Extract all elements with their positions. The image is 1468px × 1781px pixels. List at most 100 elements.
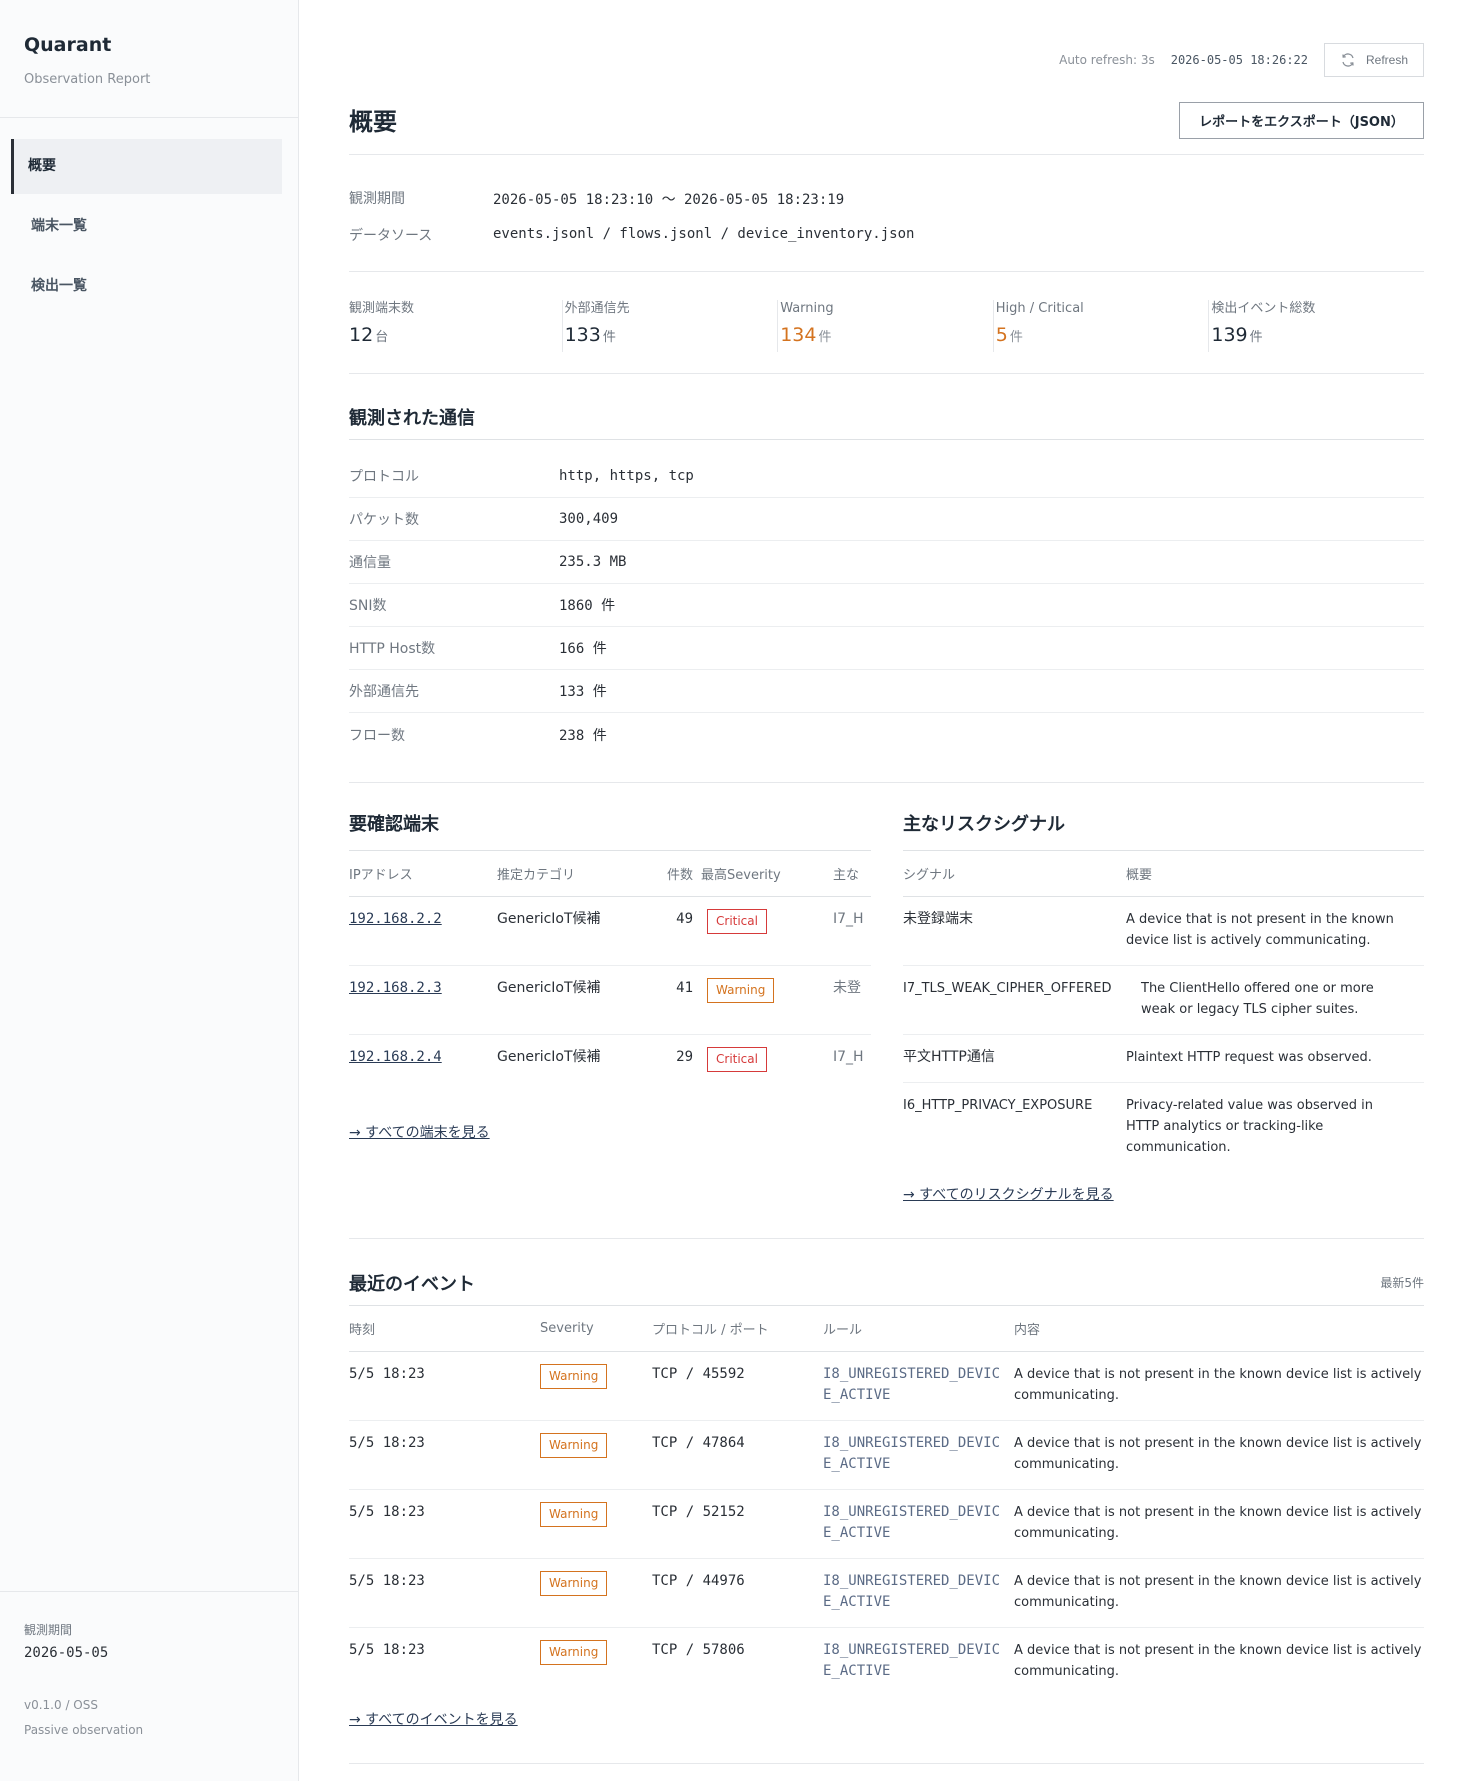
title-divider <box>349 154 1424 155</box>
signal-name: 平文HTTP通信 <box>903 1049 995 1065</box>
event-proto-port: TCP / 52152 <box>652 1504 745 1520</box>
all-signals-link[interactable]: → すべてのリスクシグナルを見る <box>903 1184 1114 1204</box>
signal-summary: Plaintext HTTP request was observed. <box>1126 1050 1372 1065</box>
stat-label: 検出イベント総数 <box>1211 301 1316 316</box>
traffic-divider <box>349 782 1424 783</box>
device-count: 49 <box>676 911 693 927</box>
signal-summary: Privacy-related value was observed in HT… <box>1126 1098 1374 1155</box>
device-ip-link[interactable]: 192.168.2.3 <box>349 980 442 996</box>
stat-value: 134 件 <box>780 324 832 346</box>
current-timestamp: 2026-05-05 18:26:22 <box>1170 53 1308 67</box>
export-json-button[interactable]: レポートをエクスポート（JSON） <box>1179 102 1424 139</box>
devices-section-title: 要確認端末 <box>349 814 439 835</box>
sidebar: Quarant Observation Report 概要 端末一覧 検出一覧 … <box>0 0 299 1781</box>
severity-badge: Warning <box>707 978 775 1003</box>
table-row: HTTP Host数 166 件 <box>349 627 1424 670</box>
signals-table-header: シグナル 概要 <box>903 851 1424 897</box>
column-header-severity: Severity <box>540 1321 594 1336</box>
event-proto-port: TCP / 45592 <box>652 1366 745 1382</box>
meta-source-label: データソース <box>349 228 433 244</box>
stat-warning: Warning 134 件 <box>777 300 993 352</box>
device-main-signal: I7_H <box>833 1049 864 1065</box>
column-header-rule: ルール <box>823 1323 863 1338</box>
page-title: 概要 <box>349 108 397 136</box>
stat-value: 133 件 <box>564 324 616 346</box>
signals-section-title: 主なリスクシグナル <box>903 814 1065 835</box>
sidebar-period-value: 2026-05-05 <box>24 1645 109 1661</box>
bottom-divider <box>349 1763 1424 1764</box>
device-ip-link[interactable]: 192.168.2.2 <box>349 911 442 927</box>
device-category: GenericIoT候補 <box>497 1049 601 1065</box>
column-header-main: 主な <box>833 868 860 883</box>
signal-summary: The ClientHello offered one or more weak… <box>1141 981 1374 1017</box>
stat-value: 139 件 <box>1211 324 1263 346</box>
sidebar-nav: 概要 端末一覧 検出一覧 <box>11 139 282 319</box>
table-row: 5/5 18:23 Warning TCP / 47864 I8_UNREGIS… <box>349 1421 1424 1490</box>
stat-label: Warning <box>780 301 834 316</box>
sidebar-item-devices[interactable]: 端末一覧 <box>11 199 282 254</box>
event-proto-port: TCP / 47864 <box>652 1435 745 1451</box>
severity-badge: Critical <box>707 909 767 934</box>
column-header-count: 件数 <box>666 868 693 883</box>
stat-value: 12 台 <box>349 324 389 346</box>
sidebar-item-detections[interactable]: 検出一覧 <box>11 259 282 314</box>
events-table: 時刻 Severity プロトコル / ポート ルール 内容 5/5 18:23… <box>349 1305 1424 1729</box>
column-header-signal: シグナル <box>903 868 956 883</box>
event-rule: I8_UNREGISTERED_DEVICE_ACTIVE <box>823 1573 1001 1610</box>
brand-name: Quarant <box>24 34 112 56</box>
severity-badge: Warning <box>540 1640 608 1665</box>
traffic-table: プロトコル http, https, tcp パケット数 300,409 通信量 23… <box>349 455 1424 756</box>
severity-badge: Warning <box>540 1433 608 1458</box>
stat-label: 外部通信先 <box>564 301 630 316</box>
event-proto-port: TCP / 57806 <box>652 1642 745 1658</box>
signal-name: I6_HTTP_PRIVACY_EXPOSURE <box>903 1098 1093 1113</box>
event-content: A device that is not present in the know… <box>1014 1367 1422 1403</box>
all-devices-link[interactable]: → すべての端末を見る <box>349 1122 490 1142</box>
column-header-category: 推定カテゴリ <box>497 868 576 883</box>
sidebar-item-overview[interactable]: 概要 <box>11 139 282 194</box>
version-text: v0.1.0 / OSS <box>24 1698 98 1712</box>
table-row: プロトコル http, https, tcp <box>349 455 1424 498</box>
event-content: A device that is not present in the know… <box>1014 1643 1422 1679</box>
device-count: 41 <box>676 980 693 996</box>
sidebar-footer-divider <box>0 1591 299 1592</box>
device-ip-link[interactable]: 192.168.2.4 <box>349 1049 442 1065</box>
table-row: 192.168.2.2 GenericIoT候補 49 Critical I7_… <box>349 897 871 966</box>
signal-name: I7_TLS_WEAK_CIPHER_OFFERED <box>903 981 1112 996</box>
refresh-button[interactable]: Refresh <box>1324 43 1424 77</box>
sidebar-divider <box>0 117 299 118</box>
events-latest-label: 最新5件 <box>1380 1276 1424 1290</box>
all-events-link[interactable]: → すべてのイベントを見る <box>349 1709 518 1729</box>
stats-divider <box>349 373 1424 374</box>
meta-period-label: 観測期間 <box>349 191 405 207</box>
event-rule: I8_UNREGISTERED_DEVICE_ACTIVE <box>823 1435 1001 1472</box>
meta-divider <box>349 271 1424 272</box>
meta-source-value: events.jsonl / flows.jsonl / device_inve… <box>493 226 915 242</box>
event-time: 5/5 18:23 <box>349 1435 425 1451</box>
device-main-signal: 未登 <box>833 980 861 996</box>
brand-subtitle: Observation Report <box>24 72 151 87</box>
event-content: A device that is not present in the know… <box>1014 1436 1422 1472</box>
event-time: 5/5 18:23 <box>349 1573 425 1589</box>
column-header-severity: 最高Severity <box>701 868 781 883</box>
table-row: 5/5 18:23 Warning TCP / 57806 I8_UNREGIS… <box>349 1628 1424 1697</box>
stat-total-events: 検出イベント総数 139 件 <box>1208 300 1424 352</box>
event-rule: I8_UNREGISTERED_DEVICE_ACTIVE <box>823 1642 1001 1679</box>
devices-table-header: IPアドレス 推定カテゴリ 件数 最高Severity 主な <box>349 851 871 897</box>
table-row: I7_TLS_WEAK_CIPHER_OFFERED The ClientHel… <box>903 966 1424 1035</box>
severity-badge: Warning <box>540 1364 608 1389</box>
device-main-signal: I7_H <box>833 911 864 927</box>
column-header-ip: IPアドレス <box>349 868 413 883</box>
table-row: 5/5 18:23 Warning TCP / 44976 I8_UNREGIS… <box>349 1559 1424 1628</box>
mode-text: Passive observation <box>24 1723 144 1737</box>
signal-name: 未登録端末 <box>903 911 973 927</box>
event-rule: I8_UNREGISTERED_DEVICE_ACTIVE <box>823 1504 1001 1541</box>
event-proto-port: TCP / 44976 <box>652 1573 745 1589</box>
events-table-header: 時刻 Severity プロトコル / ポート ルール 内容 <box>349 1306 1424 1352</box>
topbar: Auto refresh: 3s 2026-05-05 18:26:22 Ref… <box>1059 43 1424 77</box>
sidebar-period-label: 観測期間 <box>24 1623 73 1637</box>
refresh-icon <box>1342 53 1354 67</box>
column-header-proto: プロトコル / ポート <box>652 1323 769 1338</box>
signals-section: 主なリスクシグナル シグナル 概要 未登録端末 A device that is… <box>903 810 1424 1204</box>
table-row: 通信量 235.3 MB <box>349 541 1424 584</box>
